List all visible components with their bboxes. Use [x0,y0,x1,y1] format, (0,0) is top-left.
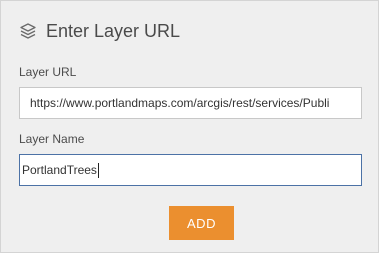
text-caret [97,162,99,178]
add-button[interactable]: ADD [169,206,234,240]
layer-name-value: PortlandTrees [22,163,97,177]
layer-url-input[interactable]: https://www.portlandmaps.com/arcgis/rest… [19,87,362,119]
layer-name-input[interactable]: PortlandTrees [19,154,362,186]
layers-icon [18,21,38,41]
panel-header: Enter Layer URL [18,18,180,44]
layer-url-value: https://www.portlandmaps.com/arcgis/rest… [30,96,330,110]
enter-layer-url-panel: Enter Layer URL Layer URL https://www.po… [0,0,379,253]
layer-name-label: Layer Name [19,132,85,146]
panel-title: Enter Layer URL [46,20,181,41]
layer-url-label: Layer URL [19,65,77,79]
